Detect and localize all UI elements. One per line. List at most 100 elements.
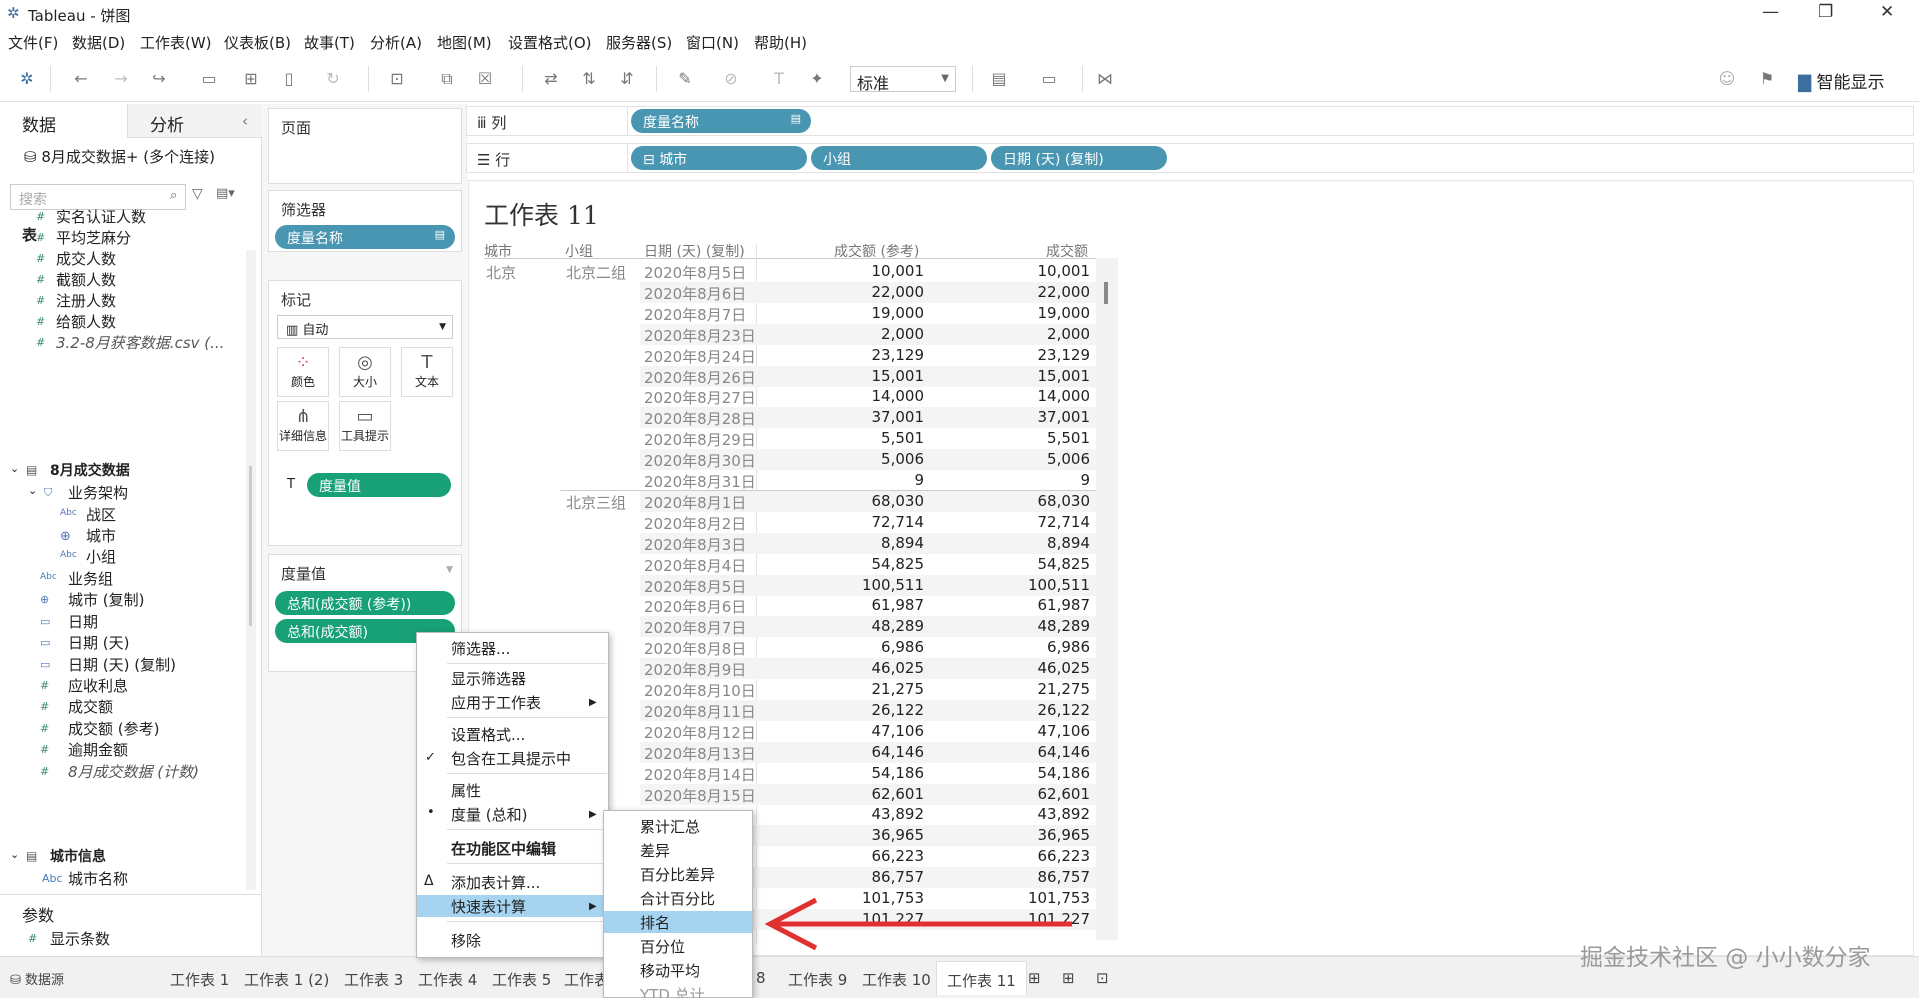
amount-cell[interactable]: 100,511	[970, 576, 1090, 594]
menu-map[interactable]: 地图(M)	[437, 32, 492, 53]
field-item[interactable]: 逾期金额	[68, 739, 128, 760]
menu-worksheet[interactable]: 工作表(W)	[140, 32, 212, 53]
measure-values-pill[interactable]: 度量值	[307, 473, 451, 497]
row-pill[interactable]: ⊟ 城市	[631, 146, 807, 170]
new-dashboard-icon[interactable]: ⊞	[1062, 969, 1075, 987]
menu-item-edit-in-shelf[interactable]: 在功能区中编辑	[417, 837, 608, 859]
field-item[interactable]: 业务组	[68, 568, 113, 589]
submenu-running-total[interactable]: 累计汇总	[604, 815, 752, 837]
pause-updates-icon[interactable]: ▯	[278, 69, 300, 89]
date-cell[interactable]: 2020年8月4日	[644, 555, 746, 576]
date-cell[interactable]: 2020年8月2日	[644, 513, 746, 534]
amount-cell[interactable]: 10,001	[970, 262, 1091, 280]
detail-button[interactable]: ⋔ 详细信息	[277, 401, 329, 451]
menu-file[interactable]: 文件(F)	[8, 32, 58, 53]
amount-cell[interactable]: 15,001	[970, 367, 1091, 385]
field-item[interactable]: 应收利息	[68, 675, 128, 696]
fit-select[interactable]: 标准 ▼	[850, 66, 956, 93]
measure-pill[interactable]: 总和(成交额 (参考))	[275, 591, 455, 615]
data-pane-scrollbar[interactable]	[246, 250, 256, 890]
redo-icon[interactable]: →	[110, 69, 132, 89]
amount-ref-cell[interactable]: 48,289	[804, 617, 925, 635]
date-cell[interactable]: 2020年8月27日	[644, 387, 756, 408]
date-cell[interactable]: 2020年8月28日	[644, 408, 756, 429]
date-cell[interactable]: 2020年8月3日	[644, 534, 746, 555]
amount-cell[interactable]: 46,025	[970, 659, 1091, 677]
sheet-tab[interactable]: 工作表 9	[788, 969, 847, 990]
amount-cell[interactable]: 64,146	[970, 743, 1091, 761]
amount-ref-cell[interactable]: 47,106	[804, 722, 925, 740]
amount-ref-cell[interactable]: 37,001	[804, 408, 925, 426]
collapse-icon[interactable]: ‹	[242, 112, 248, 130]
filter-pill[interactable]: 度量名称 ▤	[275, 225, 455, 249]
menu-item-show-filter[interactable]: 显示筛选器	[417, 667, 608, 689]
sheet-tab[interactable]: 工作表 1 (2)	[244, 969, 329, 990]
sheet-tab[interactable]: 工作表 3	[344, 969, 403, 990]
menu-item-measure-sum[interactable]: 度量 (总和)	[417, 803, 608, 825]
field-item[interactable]: 城市 (复制)	[68, 589, 144, 610]
amount-ref-cell[interactable]: 36,965	[804, 826, 925, 844]
group-icon[interactable]: ⊘	[720, 69, 742, 89]
date-cell[interactable]: 2020年8月12日	[644, 722, 756, 743]
view-scrollbar[interactable]	[1096, 258, 1118, 940]
field-item[interactable]: 战区	[86, 504, 116, 525]
sheet-tab[interactable]: 工作表 11	[936, 961, 1027, 995]
city-cell[interactable]: 北京	[486, 262, 516, 283]
amount-cell[interactable]: 36,965	[970, 826, 1091, 844]
amount-ref-cell[interactable]: 6,986	[804, 638, 924, 656]
date-cell[interactable]: 2020年8月23日	[644, 325, 756, 346]
amount-cell[interactable]: 5,006	[970, 450, 1090, 468]
size-button[interactable]: ◎ 大小	[339, 347, 391, 397]
sheet-tab[interactable]: 工作表 10	[862, 969, 931, 990]
menu-window[interactable]: 窗口(N)	[686, 32, 739, 53]
highlight-icon[interactable]: ✎	[674, 69, 696, 89]
datasource-name[interactable]: ⛁ 8月成交数据+ (多个连接)	[24, 146, 215, 167]
date-cell[interactable]: 2020年8月8日	[644, 638, 746, 659]
amount-ref-cell[interactable]: 54,186	[804, 764, 925, 782]
amount-cell[interactable]: 37,001	[970, 408, 1091, 426]
ask-data-icon[interactable]: ☺	[1716, 69, 1738, 89]
amount-cell[interactable]: 2,000	[970, 325, 1090, 343]
amount-ref-cell[interactable]: 23,129	[804, 346, 925, 364]
date-cell[interactable]: 2020年8月24日	[644, 346, 756, 367]
amount-ref-cell[interactable]: 61,987	[804, 596, 925, 614]
duplicate-icon[interactable]: ⧉	[436, 69, 458, 89]
menu-item-include-in-tooltip[interactable]: 包含在工具提示中	[417, 747, 608, 769]
tooltip-button[interactable]: ▭ 工具提示	[339, 401, 391, 451]
date-cell[interactable]: 2020年8月6日	[644, 283, 746, 304]
amount-ref-cell[interactable]: 22,000	[804, 283, 925, 301]
amount-ref-cell[interactable]: 2,000	[804, 325, 924, 343]
chevron-down-icon[interactable]: ▼	[446, 565, 453, 575]
amount-cell[interactable]: 72,714	[970, 513, 1091, 531]
amount-ref-cell[interactable]: 10,001	[804, 262, 925, 280]
filter-icon[interactable]: ▽	[192, 186, 203, 202]
field-item[interactable]: 日期 (天)	[68, 632, 129, 653]
amount-ref-cell[interactable]: 9	[804, 471, 924, 489]
amount-cell[interactable]: 19,000	[970, 304, 1091, 322]
amount-cell[interactable]: 62,601	[970, 785, 1091, 803]
minimize-button[interactable]: —	[1762, 2, 1779, 22]
field-item[interactable]: 成交人数	[56, 248, 116, 269]
replay-icon[interactable]: ↪	[148, 69, 170, 89]
date-cell[interactable]: 2020年8月6日	[644, 596, 746, 617]
menu-item-filter[interactable]: 筛选器...	[417, 637, 608, 659]
sort-asc-icon[interactable]: ⇅	[578, 69, 600, 89]
amount-cell[interactable]: 6,986	[970, 638, 1090, 656]
param-item[interactable]: 显示条数	[50, 928, 110, 949]
menu-item-remove[interactable]: 移除	[417, 929, 608, 951]
amount-ref-cell[interactable]: 15,001	[804, 367, 925, 385]
field-item[interactable]: 城市名称	[68, 868, 128, 889]
date-cell[interactable]: 2020年8月7日	[644, 304, 746, 325]
save-icon[interactable]: ▭	[198, 69, 220, 89]
pin-icon[interactable]: ✦	[806, 69, 828, 89]
field-item[interactable]: 城市	[86, 525, 116, 546]
amount-cell[interactable]: 54,825	[970, 555, 1091, 573]
tab-data[interactable]: 数据	[0, 104, 128, 138]
columns-shelf[interactable]: ⅲ 列 度量名称 ▤	[466, 106, 1914, 136]
field-item[interactable]: 小组	[86, 546, 116, 567]
amount-ref-cell[interactable]: 62,601	[804, 785, 925, 803]
rows-shelf[interactable]: ☰ 行 ⊟ 城市 小组 日期 (天) (复制)	[466, 143, 1914, 173]
amount-ref-cell[interactable]: 54,825	[804, 555, 925, 573]
field-item[interactable]: 截额人数	[56, 269, 116, 290]
date-cell[interactable]: 2020年8月11日	[644, 701, 756, 722]
